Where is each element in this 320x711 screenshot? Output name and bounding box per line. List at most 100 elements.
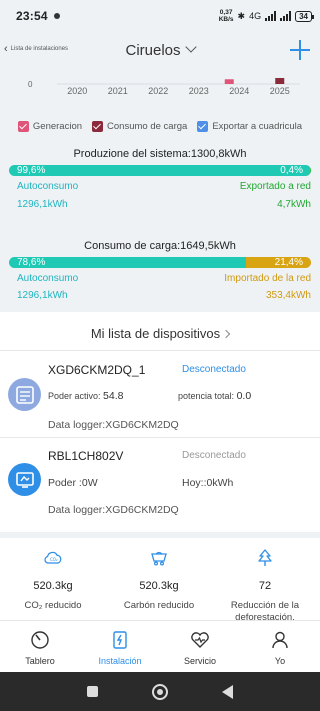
production-panel: Produzione del sistema:1300,8kWh 99,6% 0… [0, 140, 320, 226]
chart-svg: 0 2020 2021 2022 2023 2024 2025 [28, 78, 300, 96]
dashboard-icon [0, 629, 80, 651]
production-bar: 99,6% 0,4% [9, 165, 311, 176]
production-right-pct: 0,4% [280, 165, 303, 176]
device-active-power: Poder activo: 54.8 [48, 390, 124, 402]
chart-bar[interactable] [275, 78, 285, 84]
legend-label: Generacion [32, 120, 83, 132]
cloud-icon: CO₂ [0, 546, 106, 570]
home-button[interactable] [152, 683, 168, 700]
consumption-panel: Consumo de carga:1649,5kWh 78,6% 21,4% A… [0, 226, 320, 312]
x-tick-label: 2020 [67, 86, 87, 96]
production-labels: Autoconsumo Exportado a red [17, 181, 311, 192]
stat-value: 520.3kg [33, 580, 73, 592]
consumption-values: 1296,1kWh 353,4kWh [17, 290, 311, 301]
status-bar: 23:54 0,37 KB/s ✱ 4G 34 [0, 0, 320, 32]
device-power: Poder :0W [48, 477, 98, 489]
page-title: Ciruelos [125, 42, 181, 59]
legend-label: Consumo de carga [107, 120, 188, 132]
back-button[interactable] [222, 684, 233, 699]
consumption-left-pct: 78,6% [17, 257, 46, 268]
nav-label: Tablero [25, 656, 55, 666]
consumption-left-value: 1296,1kWh [17, 290, 68, 301]
nav-label: Instalación [98, 656, 142, 666]
tree-icon [212, 546, 318, 570]
chart-bar[interactable] [224, 79, 234, 84]
inverter-icon [8, 378, 41, 411]
nav-label: Servicio [183, 656, 216, 666]
system-nav-bar [0, 672, 320, 711]
device-card[interactable]: RBL1CH802V Desconectado Poder :0W Hoy::0… [0, 438, 320, 526]
x-tick-label: 2025 [270, 86, 290, 96]
signal-2-icon [280, 11, 292, 21]
consumption-right-label: Importado de la red [224, 273, 311, 284]
production-left-value: 1296,1kWh [17, 199, 68, 210]
device-list-link[interactable]: Mi lista de dispositivos [0, 318, 320, 350]
consumption-right-pct: 21,4% [274, 257, 303, 268]
status-time: 23:54 [16, 9, 48, 23]
production-left-label: Autoconsumo [17, 181, 79, 192]
nav-label: Yo [274, 656, 286, 666]
notification-icon [53, 13, 60, 19]
stat-caption: CO₂ reducido [24, 600, 82, 611]
production-title: Produzione del sistema:1300,8kWh [73, 148, 247, 160]
app-header: ‹ Lista de instalaciones Ciruelos [0, 32, 320, 72]
x-tick-label: 2023 [189, 86, 209, 96]
installation-icon [80, 629, 160, 651]
bottom-nav: Tablero Instalación Servicio Yo [0, 620, 320, 672]
device-name: XGD6CKM2DQ_1 [48, 363, 146, 377]
chevron-right-icon [221, 329, 231, 339]
battery-icon: 34 [295, 10, 314, 22]
nav-instalacion[interactable]: Instalación [80, 621, 160, 672]
net-speed: 0,37 KB/s [218, 9, 234, 23]
x-tick-label: 2022 [148, 86, 168, 96]
status-icons: 0,37 KB/s ✱ 4G 34 [218, 9, 314, 23]
plant-selector[interactable]: Ciruelos [0, 41, 320, 59]
production-bar-self [9, 165, 310, 176]
environment-stats: CO₂ 520.3kg CO₂ reducido 520.3kg Carbón … [0, 532, 320, 623]
chart-legend: Generacion Consumo de carga Exportar a cua… [0, 112, 320, 140]
signal-icon [265, 11, 277, 21]
legend-label: Exportar a cuadricula [212, 120, 303, 132]
legend-item[interactable]: Generacion [17, 120, 83, 132]
production-bar-export [309, 165, 311, 176]
coal-cart-icon [106, 546, 212, 570]
device-total-power: potencia total: 0.0 [178, 390, 252, 402]
consumption-bar: 78,6% 21,4% [9, 257, 311, 268]
nav-servicio[interactable]: Servicio [160, 621, 240, 672]
checkbox-icon [17, 120, 29, 132]
device-logger: Data logger:XGD6CKM2DQ [48, 419, 179, 431]
legend-item[interactable]: Consumo de carga [92, 120, 188, 132]
stat-deforestation: 72 Reducción de la deforestación. [212, 538, 318, 624]
network-type: 4G [249, 11, 262, 21]
consumption-left-label: Autoconsumo [17, 273, 79, 284]
device-card[interactable]: XGD6CKM2DQ_1 Desconectado Poder activo: … [0, 351, 320, 437]
chevron-down-icon [184, 41, 197, 53]
production-right-label: Exportado a red [239, 181, 311, 192]
legend-item[interactable]: Exportar a cuadricula [197, 120, 303, 132]
production-values: 1296,1kWh 4,7kWh [17, 199, 311, 210]
production-right-value: 4,7kWh [277, 199, 311, 210]
checkbox-icon [92, 120, 104, 132]
x-tick-label: 2021 [108, 86, 128, 96]
recents-button[interactable] [87, 686, 98, 697]
y-tick-label: 0 [28, 80, 33, 89]
stat-value: 72 [258, 580, 272, 592]
stat-value: 520.3kg [139, 580, 179, 592]
nav-tablero[interactable]: Tablero [0, 621, 80, 672]
nav-yo[interactable]: Yo [240, 621, 320, 672]
device-status: Desconectado [182, 450, 246, 461]
production-left-pct: 99,6% [17, 165, 46, 176]
x-tick-label: 2024 [229, 86, 249, 96]
device-status: Desconectado [182, 364, 246, 375]
add-button[interactable] [290, 40, 310, 60]
device-name: RBL1CH802V [48, 449, 124, 463]
consumption-title: Consumo de carga:1649,5kWh [84, 240, 236, 252]
device-today: Hoy::0kWh [182, 477, 234, 489]
stat-co2: CO₂ 520.3kg CO₂ reducido [0, 538, 106, 612]
consumption-labels: Autoconsumo Importado de la red [17, 273, 311, 284]
device-logger: Data logger:XGD6CKM2DQ [48, 504, 179, 516]
device-list-title: Mi lista de dispositivos [90, 326, 221, 341]
checkbox-icon [197, 120, 209, 132]
svg-text:CO₂: CO₂ [50, 557, 58, 562]
stat-coal: 520.3kg Carbón reducido [106, 538, 212, 612]
